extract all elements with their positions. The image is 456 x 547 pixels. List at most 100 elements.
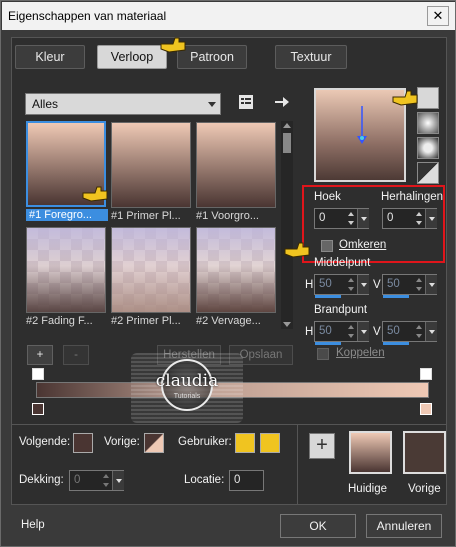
tab-verloop[interactable]: Verloop bbox=[97, 45, 167, 69]
help-link[interactable]: Help bbox=[21, 519, 45, 531]
focal-v-value: 50 bbox=[387, 325, 400, 337]
radial-style-button[interactable] bbox=[417, 137, 439, 159]
gradient-thumb-label: #2 Fading F... bbox=[26, 315, 93, 327]
opacity-value: 0 bbox=[74, 474, 81, 486]
focal-h-dropdown[interactable] bbox=[357, 322, 369, 341]
tab-textuur[interactable]: Textuur bbox=[275, 45, 347, 69]
invert-checkbox[interactable] bbox=[321, 240, 333, 252]
pointing-hand-icon bbox=[160, 37, 186, 53]
location-label: Locatie: bbox=[184, 474, 225, 486]
repeats-value: 0 bbox=[387, 212, 394, 224]
gradient-thumb-primer-2[interactable] bbox=[111, 227, 191, 313]
chevron-down-icon bbox=[208, 102, 216, 107]
rectangular-style-button[interactable] bbox=[417, 112, 439, 134]
tab-kleur[interactable]: Kleur bbox=[15, 45, 85, 69]
repeats-spinner[interactable]: 0 bbox=[382, 208, 437, 229]
gradient-direction-handle-icon[interactable] bbox=[354, 106, 370, 146]
opacity-stop-right[interactable] bbox=[420, 368, 432, 380]
focal-h-label: H bbox=[305, 326, 314, 338]
focal-point-label: Brandpunt bbox=[314, 304, 368, 316]
previous-label: Vorige bbox=[408, 483, 441, 495]
scroll-up-icon[interactable] bbox=[283, 123, 291, 128]
pointing-hand-icon bbox=[82, 186, 108, 202]
spin-arrows-icon[interactable] bbox=[414, 210, 424, 227]
spin-arrows-icon[interactable] bbox=[346, 323, 356, 340]
list-view-icon[interactable] bbox=[237, 93, 255, 111]
cancel-button[interactable]: Annuleren bbox=[366, 514, 442, 538]
angle-value: 0 bbox=[319, 212, 326, 224]
next-color-swatch[interactable] bbox=[73, 433, 93, 453]
repeats-label: Herhalingen bbox=[381, 191, 444, 203]
chevron-down-icon bbox=[429, 283, 435, 287]
spin-arrows-icon[interactable] bbox=[414, 276, 424, 293]
angle-dropdown[interactable] bbox=[357, 209, 369, 228]
claudia-watermark: claudia Tutorials bbox=[131, 353, 243, 423]
add-to-swatches-button[interactable]: + bbox=[309, 433, 335, 459]
spin-arrows-icon[interactable] bbox=[101, 472, 111, 489]
gradient-thumb-label: #2 Vervage... bbox=[196, 315, 261, 327]
ok-button[interactable]: OK bbox=[280, 514, 356, 538]
focal-v-slider-fill bbox=[383, 342, 409, 345]
angle-label: Hoek bbox=[314, 191, 341, 203]
focal-v-spinner[interactable]: 50 bbox=[382, 321, 437, 345]
arrow-right-icon[interactable] bbox=[273, 93, 291, 111]
midpoint-v-slider-fill bbox=[383, 295, 409, 298]
focal-h-spinner[interactable]: 50 bbox=[314, 321, 369, 345]
vertical-divider bbox=[297, 425, 298, 505]
opacity-dropdown[interactable] bbox=[112, 471, 124, 490]
location-input[interactable]: 0 bbox=[229, 470, 264, 491]
link-checkbox[interactable] bbox=[317, 348, 329, 360]
gradient-thumb-label: #1 Foregro... bbox=[26, 209, 108, 221]
midpoint-v-dropdown[interactable] bbox=[425, 275, 437, 294]
user-color-label: Gebruiker: bbox=[178, 436, 232, 448]
prev-color-swatch[interactable] bbox=[144, 433, 164, 453]
link-label[interactable]: Koppelen bbox=[336, 347, 385, 359]
chevron-down-icon bbox=[116, 479, 122, 483]
chevron-down-icon bbox=[361, 217, 367, 221]
current-material-swatch[interactable] bbox=[349, 431, 392, 474]
gallery-scrollbar[interactable] bbox=[281, 121, 293, 329]
remove-gradient-button[interactable]: - bbox=[63, 345, 89, 365]
user-color-swatch-1[interactable] bbox=[235, 433, 255, 453]
scrollbar-thumb[interactable] bbox=[283, 133, 291, 153]
linear-style-button[interactable] bbox=[417, 87, 439, 109]
chevron-down-icon bbox=[429, 330, 435, 334]
opacity-spinner[interactable]: 0 bbox=[69, 470, 124, 491]
midpoint-h-dropdown[interactable] bbox=[357, 275, 369, 294]
gradient-thumb-voorgrond[interactable] bbox=[196, 122, 276, 208]
invert-label[interactable]: Omkeren bbox=[339, 239, 386, 251]
pointing-hand-icon bbox=[392, 90, 418, 106]
focal-h-value: 50 bbox=[319, 325, 332, 337]
watermark-subtitle: Tutorials bbox=[173, 393, 201, 400]
focal-v-dropdown[interactable] bbox=[425, 322, 437, 341]
repeats-dropdown[interactable] bbox=[425, 209, 437, 228]
gradient-category-select[interactable]: Alles bbox=[25, 93, 221, 115]
watermark-name: claudia bbox=[155, 371, 219, 391]
spin-arrows-icon[interactable] bbox=[346, 276, 356, 293]
chevron-down-icon bbox=[361, 283, 367, 287]
add-gradient-button[interactable]: + bbox=[27, 345, 53, 365]
chevron-down-icon bbox=[429, 217, 435, 221]
midpoint-v-spinner[interactable]: 50 bbox=[382, 274, 437, 298]
gradient-thumb-primer[interactable] bbox=[111, 122, 191, 208]
gradient-thumb-fading[interactable] bbox=[26, 227, 106, 313]
angle-spinner[interactable]: 0 bbox=[314, 208, 369, 229]
midpoint-label: Middelpunt bbox=[314, 257, 371, 269]
color-stop-left[interactable] bbox=[32, 403, 44, 415]
gradient-thumb-label: #2 Primer Pl... bbox=[111, 315, 181, 327]
sunburst-style-button[interactable] bbox=[417, 162, 439, 184]
scroll-down-icon[interactable] bbox=[283, 322, 291, 327]
divider bbox=[11, 424, 447, 425]
tab-patroon[interactable]: Patroon bbox=[177, 45, 247, 69]
spin-arrows-icon[interactable] bbox=[414, 323, 424, 340]
color-stop-right[interactable] bbox=[420, 403, 432, 415]
midpoint-v-value: 50 bbox=[387, 278, 400, 290]
opacity-stop-left[interactable] bbox=[32, 368, 44, 380]
chevron-down-icon bbox=[361, 330, 367, 334]
previous-material-swatch[interactable] bbox=[403, 431, 446, 474]
close-button[interactable]: ✕ bbox=[427, 6, 449, 26]
spin-arrows-icon[interactable] bbox=[346, 210, 356, 227]
user-color-swatch-2[interactable] bbox=[260, 433, 280, 453]
gradient-thumb-vervagen[interactable] bbox=[196, 227, 276, 313]
midpoint-h-spinner[interactable]: 50 bbox=[314, 274, 369, 298]
